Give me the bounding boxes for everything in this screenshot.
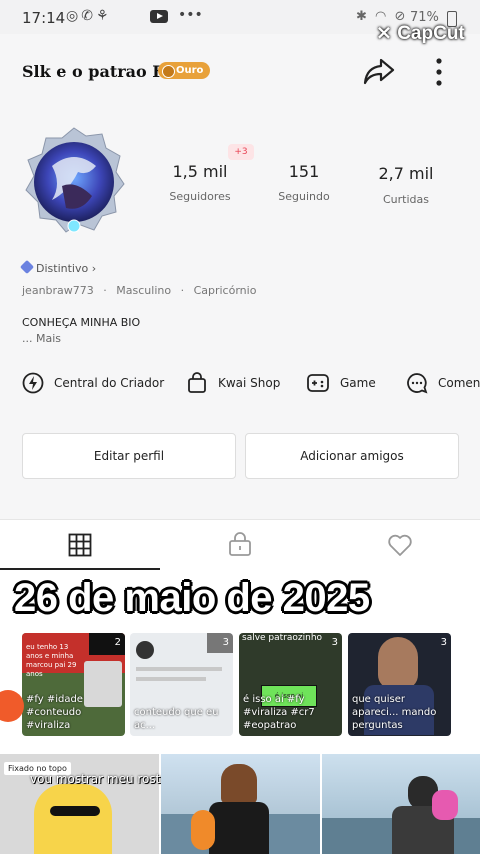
thumbnail-top-text: eu tenho 13 anos e minha marcou pai 29 a…: [26, 643, 77, 678]
gender: Masculino: [116, 284, 172, 297]
capcut-watermark-text: CapCut: [397, 23, 465, 44]
profile-name: Slk e o patrao FF: [22, 62, 175, 81]
video-thumbnail-large[interactable]: [161, 754, 320, 854]
thumbnail-line: [136, 677, 206, 681]
zodiac-sign: Capricórnio: [193, 284, 257, 297]
shortcut-comments[interactable]: Comentar: [406, 368, 480, 398]
lock-icon[interactable]: [228, 531, 252, 557]
likes-count[interactable]: 2,7 mil: [366, 164, 446, 183]
rank-badge-icon: [162, 65, 175, 78]
shortcut-label: Game: [340, 376, 376, 390]
thumbnail-accent: [432, 790, 458, 820]
thumbnail-top-text: salve patraozinho: [242, 633, 323, 643]
meta-separator: ·: [180, 284, 185, 297]
gamepad-icon: [307, 374, 329, 392]
distintivo-label: Distintivo: [36, 262, 89, 275]
thumbnail-body: [209, 802, 269, 854]
share-icon[interactable]: [362, 54, 396, 88]
notification-icons: ◎✆⚘: [66, 8, 112, 24]
bio-more-link[interactable]: ... Mais: [22, 332, 61, 345]
shortcut-game[interactable]: Game: [306, 368, 376, 398]
active-tab-indicator: [0, 568, 160, 570]
distintivo-link[interactable]: Distintivo ›: [19, 259, 97, 275]
thumbnail-head: [221, 764, 257, 804]
shortcut-label: Comentar: [438, 376, 480, 390]
badge-icon: [19, 259, 35, 275]
username: jeanbraw773: [22, 284, 94, 297]
heart-icon[interactable]: [387, 533, 413, 557]
shortcut-kwai-shop[interactable]: Kwai Shop: [186, 368, 280, 398]
thumbnail-fire: [191, 810, 215, 850]
following-count[interactable]: 151: [264, 162, 344, 181]
more-options-icon[interactable]: [428, 56, 450, 88]
shortcut-label: Central do Criador: [54, 376, 165, 390]
following-label[interactable]: Seguindo: [264, 190, 344, 203]
capcut-watermark: ⨯ CapCut: [376, 22, 465, 45]
thumbnail-line: [136, 667, 222, 671]
video-thumbnail[interactable]: salve patraozinho é isso ai 3 é isso ai …: [239, 633, 342, 736]
more-notifications-icon: •••: [178, 7, 203, 23]
thumbnail-face: [378, 637, 418, 689]
thumbnail-caption: conteudo que eu ac...: [134, 707, 219, 731]
likes-label[interactable]: Curtidas: [366, 193, 446, 206]
shopping-bag-icon: [188, 372, 206, 393]
grid-icon[interactable]: [68, 533, 92, 557]
thumbnail-character: [34, 784, 112, 854]
followers-label[interactable]: Seguidores: [160, 190, 240, 203]
thumbnail-caption: que quiser apareci... mando perguntas: [352, 694, 437, 731]
thumbnail-corner: [207, 633, 233, 653]
bio-text: CONHEÇA MINHA BIO: [22, 316, 141, 329]
thumbnail-count: 3: [440, 637, 447, 648]
status-time: 17:14: [22, 9, 66, 27]
thumbnail-caption: é isso ai #fy #viraliza #cr7 #eopatrao: [243, 694, 315, 731]
thumbnail-glasses: [50, 806, 100, 816]
edit-profile-button[interactable]: Editar perfil: [22, 433, 236, 479]
video-thumbnail[interactable]: eu tenho 13 anos e minha marcou pai 29 a…: [22, 633, 125, 736]
thumbnail-count: 3: [331, 637, 338, 648]
thumbnail-avatar: [136, 641, 154, 659]
profile-meta: jeanbraw773 · Masculino · Capricórnio: [22, 284, 256, 297]
new-followers-badge: +3: [228, 144, 254, 160]
shortcut-label: Kwai Shop: [218, 376, 281, 390]
video-thumbnail-large[interactable]: [322, 754, 480, 854]
video-thumbnail[interactable]: 3 conteudo que eu ac...: [130, 633, 233, 736]
thumbnail-count: 3: [222, 637, 229, 648]
thumbnail-caption: #fy #idade #conteudo #viraliza: [26, 694, 83, 731]
followers-count[interactable]: 1,5 mil: [160, 162, 240, 181]
bolt-icon: [22, 372, 44, 394]
date-overlay: 26 de maio de 2025: [14, 576, 370, 620]
chat-icon: [407, 373, 428, 394]
youtube-icon: [150, 10, 168, 23]
capcut-logo-icon: ⨯: [376, 23, 398, 44]
video-thumbnail[interactable]: 3 que quiser apareci... mando perguntas: [348, 633, 451, 736]
meta-separator: ·: [103, 284, 107, 297]
thumbnail-count: 2: [114, 637, 121, 648]
avatar[interactable]: [22, 126, 126, 240]
add-friends-button[interactable]: Adicionar amigos: [245, 433, 459, 479]
chevron-right-icon: ›: [88, 262, 97, 275]
shortcut-creator-center[interactable]: Central do Criador: [22, 368, 164, 398]
